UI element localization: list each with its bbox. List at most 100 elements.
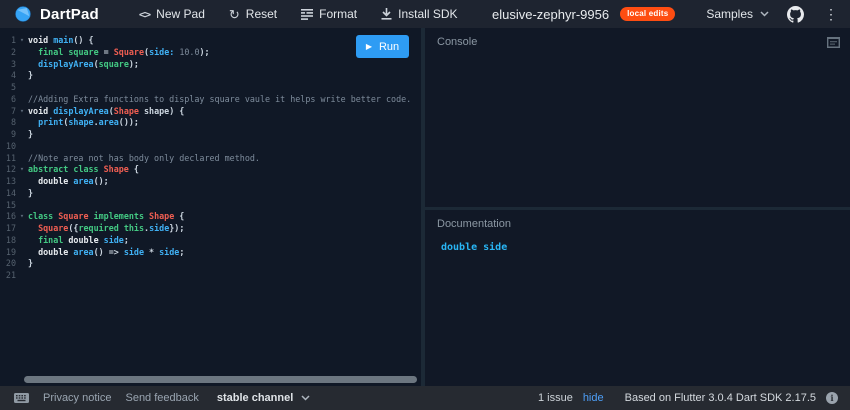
fold-gutter [16, 129, 28, 141]
code-token: abstract class [28, 164, 104, 175]
documentation-section: Documentation double side [425, 210, 850, 386]
code-line: 7 ▾ void displayArea(Shape shape) { [0, 106, 421, 118]
code-line: 12 ▾ abstract class Shape { [0, 164, 421, 176]
install-sdk-button[interactable]: Install SDK [381, 7, 458, 21]
format-button[interactable]: Format [301, 7, 357, 21]
line-number: 18 [5, 234, 16, 245]
brand-name: DartPad [40, 5, 99, 23]
line-number: 19 [5, 246, 16, 257]
info-icon[interactable]: i [826, 392, 838, 404]
local-edits-badge: local edits [620, 7, 676, 21]
line-number: 17 [5, 223, 16, 233]
code-token: * [144, 246, 160, 257]
code-token: shape [68, 117, 94, 128]
github-icon[interactable] [787, 5, 804, 23]
fold-icon[interactable]: ▾ [16, 164, 28, 176]
issue-count[interactable]: 1 issue [538, 392, 573, 404]
fold-gutter [16, 270, 28, 282]
fold-icon[interactable]: ▾ [16, 211, 28, 223]
code-line: 8 print(shape. area ()); [0, 117, 421, 129]
code-token: main [53, 35, 74, 45]
privacy-notice-link[interactable]: Privacy notice [43, 392, 111, 404]
line-number: 11 [5, 152, 16, 163]
line-number: 2 [10, 46, 16, 57]
code-token: final [38, 46, 69, 57]
line-number: 6 [10, 93, 16, 104]
code-token: Square [58, 211, 89, 222]
overflow-menu-icon[interactable]: ⋮ [822, 7, 840, 21]
dartpad-app: DartPad <> New Pad ↻ Reset Format Instal… [0, 0, 850, 410]
fold-gutter [16, 258, 28, 270]
samples-menu-button[interactable]: Samples [706, 7, 769, 21]
clear-console-icon[interactable] [827, 36, 840, 48]
line-number: 1 [10, 35, 16, 45]
run-button[interactable]: ▶ Run [356, 35, 409, 58]
code-token: implements [88, 211, 150, 222]
code-line: 5 [0, 82, 421, 94]
brand[interactable]: DartPad [14, 5, 99, 23]
output-pane: Console Documentation double side [425, 28, 850, 386]
documentation-header: Documentation [437, 218, 511, 230]
code-line: 21 [0, 270, 421, 282]
fold-gutter [16, 59, 28, 71]
code-lines: 1 ▾ void main() {2 final square = Square(s… [0, 35, 421, 282]
console-header: Console [437, 36, 478, 48]
line-number: 16 [5, 211, 16, 222]
code-token: } [28, 187, 34, 198]
code-line: 16 ▾ class Square implements Shape { [0, 211, 421, 223]
code-token: () => [93, 246, 124, 257]
fold-icon[interactable]: ▾ [16, 35, 28, 47]
horizontal-scrollbar[interactable] [24, 376, 417, 383]
reset-button[interactable]: ↻ Reset [229, 7, 277, 21]
code-token: ()); [118, 117, 139, 128]
fold-gutter [16, 82, 28, 94]
code-line: 18 final double side; [0, 235, 421, 247]
code-editor[interactable]: 1 ▾ void main() {2 final square = Square(s… [0, 28, 421, 386]
new-pad-label: New Pad [156, 7, 205, 21]
hide-issues-link[interactable]: hide [583, 392, 604, 404]
fold-icon[interactable]: ▾ [16, 106, 28, 118]
line-number: 20 [5, 258, 16, 269]
send-feedback-link[interactable]: Send feedback [125, 392, 198, 404]
keyboard-icon[interactable] [14, 393, 29, 403]
fold-gutter [16, 235, 28, 247]
fold-gutter [16, 247, 28, 259]
code-line: 17 Square({required this. side}); [0, 223, 421, 235]
code-token: double [68, 234, 104, 245]
download-icon [381, 8, 392, 20]
pad-title: elusive-zephyr-9956 [492, 6, 610, 22]
code-line: 3 displayArea(square); [0, 59, 421, 71]
topbar: DartPad <> New Pad ↻ Reset Format Instal… [0, 0, 850, 28]
code-token: area [73, 246, 94, 257]
code-token: area [98, 117, 119, 128]
code-token: ; [179, 246, 185, 257]
code-token: //Note area not has body only declared m… [28, 152, 260, 163]
code-token: }); [169, 223, 185, 233]
fold-gutter [16, 188, 28, 200]
console-section: Console [425, 28, 850, 207]
code-token: double [38, 246, 74, 257]
channel-selector[interactable]: stable channel [217, 392, 310, 404]
new-pad-button[interactable]: <> New Pad [139, 7, 205, 21]
fold-gutter [16, 47, 28, 59]
fold-gutter [16, 117, 28, 129]
code-line: 6 //Adding Extra functions to display squ… [0, 94, 421, 106]
code-token: void [28, 105, 54, 116]
channel-label: stable channel [216, 392, 294, 404]
code-token: class [28, 211, 59, 222]
fold-gutter [16, 153, 28, 165]
code-token: } [28, 129, 34, 139]
code-token: side [123, 246, 144, 257]
code-icon: <> [138, 7, 151, 21]
code-token: ); [128, 58, 139, 69]
code-token: ); [199, 46, 210, 57]
code-token: area [73, 176, 94, 186]
code-line: 11 //Note area not has body only declared… [0, 153, 421, 165]
code-line: 14} [0, 188, 421, 200]
samples-label: Samples [706, 7, 753, 21]
pad-title-area: elusive-zephyr-9956 local edits [492, 0, 676, 28]
